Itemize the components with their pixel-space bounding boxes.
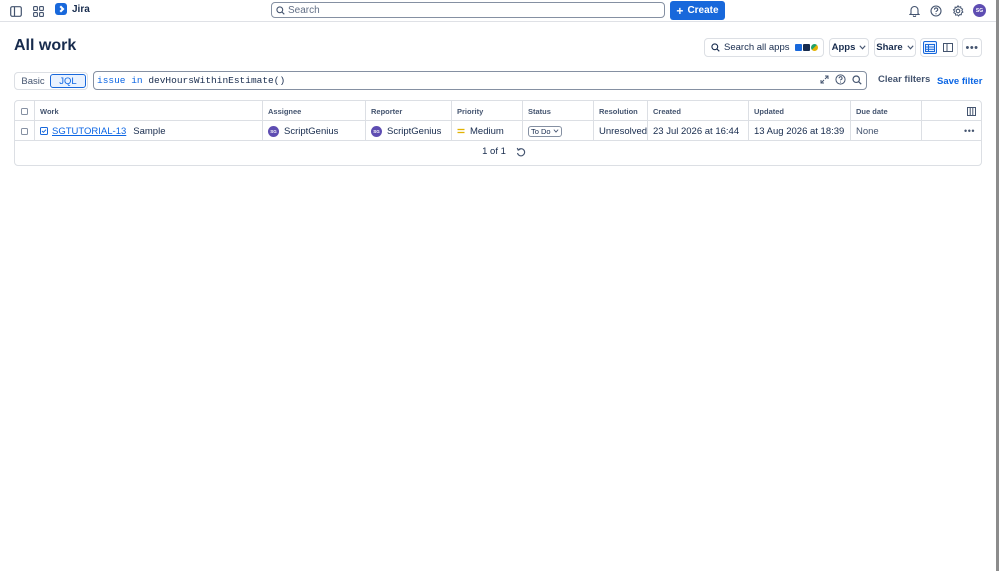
issue-summary[interactable]: Sample	[133, 126, 165, 137]
jira-logo-icon	[55, 3, 67, 15]
search-icon	[276, 5, 285, 15]
column-header-assignee[interactable]: Assignee	[263, 101, 366, 121]
column-picker-cell	[922, 101, 981, 121]
status-label: To Do	[531, 126, 551, 136]
search-all-apps-button[interactable]: Search all apps	[704, 38, 824, 57]
apps-label: Apps	[831, 42, 856, 53]
row-actions-cell: •••	[922, 121, 981, 141]
app-name: Jira	[72, 3, 90, 15]
reporter-name: ScriptGenius	[387, 125, 442, 137]
row-select-cell	[15, 121, 35, 141]
assignee-avatar: SG	[268, 125, 279, 137]
resolution-cell[interactable]: Unresolved	[594, 121, 648, 141]
jql-field: issue	[97, 75, 126, 86]
created-cell[interactable]: 23 Jul 2026 at 16:44	[648, 121, 749, 141]
search-all-apps-label: Search all apps	[724, 42, 790, 53]
search-icon	[711, 43, 720, 52]
column-settings-icon[interactable]	[967, 106, 976, 116]
jql-operator: in	[131, 75, 143, 86]
table-view-icon	[925, 43, 935, 52]
issue-key-link[interactable]: SGTUTORIAL-13	[52, 126, 126, 137]
user-avatar[interactable]: SG	[973, 4, 986, 17]
column-header-reporter[interactable]: Reporter	[366, 101, 452, 121]
table-header-row: Work Assignee Reporter Priority Status R…	[15, 101, 981, 121]
search-icon[interactable]	[852, 74, 862, 85]
jql-help-icon[interactable]	[835, 74, 846, 85]
select-all-cell	[15, 101, 35, 121]
chevron-down-icon	[859, 45, 866, 50]
save-filter-button[interactable]: Save filter	[937, 76, 982, 87]
help-icon[interactable]	[927, 2, 945, 20]
global-search-input[interactable]	[288, 4, 648, 16]
column-header-priority[interactable]: Priority	[452, 101, 523, 121]
basic-mode-button[interactable]: Basic	[16, 74, 50, 88]
select-all-checkbox[interactable]	[21, 107, 28, 115]
ellipsis-icon: •••	[965, 41, 979, 54]
view-switcher	[920, 38, 958, 57]
task-type-icon	[40, 127, 48, 135]
chevron-down-icon	[907, 45, 914, 50]
list-view-button[interactable]	[923, 41, 937, 54]
jql-mode-button[interactable]: JQL	[50, 74, 86, 88]
row-checkbox[interactable]	[21, 127, 28, 135]
create-button[interactable]: + Create	[670, 1, 725, 20]
table-row[interactable]: SGTUTORIAL-13 Sample SG ScriptGenius SG …	[15, 121, 981, 141]
status-cell: To Do	[523, 121, 594, 141]
expand-icon[interactable]	[820, 75, 829, 84]
clear-filters-button[interactable]: Clear filters	[878, 74, 930, 85]
assignee-cell[interactable]: SG ScriptGenius	[263, 121, 366, 141]
plus-icon: +	[676, 3, 684, 18]
app-logo-icon	[795, 44, 803, 51]
app-logo-icon	[803, 44, 811, 51]
pagination-label: 1 of 1	[482, 146, 506, 157]
chevron-down-icon	[553, 129, 559, 133]
search-mode-toggle: Basic JQL	[14, 72, 88, 90]
top-navigation: Jira + Create SG	[0, 0, 996, 22]
row-more-actions-icon[interactable]: •••	[964, 126, 975, 136]
apps-dropdown-button[interactable]: Apps	[829, 38, 869, 57]
priority-cell[interactable]: Medium	[452, 121, 523, 141]
pagination: 1 of 1	[15, 146, 981, 157]
share-label: Share	[876, 42, 903, 53]
notifications-icon[interactable]	[905, 2, 923, 20]
sidebar-toggle-icon[interactable]	[7, 2, 25, 20]
column-header-status[interactable]: Status	[523, 101, 594, 121]
split-view-icon	[943, 43, 953, 52]
column-header-due-date[interactable]: Due date	[851, 101, 922, 121]
jql-query-input[interactable]: issue in devHoursWithinEstimate()	[93, 71, 867, 90]
create-label: Create	[687, 5, 719, 16]
app-switcher-icon[interactable]	[29, 2, 47, 20]
refresh-icon[interactable]	[516, 147, 526, 157]
column-header-created[interactable]: Created	[648, 101, 749, 121]
app-logos	[795, 44, 819, 51]
more-actions-button[interactable]: •••	[962, 38, 982, 57]
jql-function: devHoursWithinEstimate()	[148, 75, 286, 86]
global-search[interactable]	[271, 2, 665, 18]
priority-medium-icon	[457, 128, 465, 134]
page-title: All work	[14, 37, 77, 54]
settings-gear-icon[interactable]	[949, 2, 967, 20]
jira-logo[interactable]: Jira	[55, 3, 90, 15]
updated-cell[interactable]: 13 Aug 2026 at 18:39	[749, 121, 851, 141]
reporter-avatar: SG	[371, 125, 382, 137]
share-dropdown-button[interactable]: Share	[874, 38, 916, 57]
due-date-cell[interactable]: None	[851, 121, 922, 141]
work-cell: SGTUTORIAL-13 Sample	[35, 121, 263, 141]
detail-view-button[interactable]	[941, 41, 955, 54]
status-dropdown[interactable]: To Do	[528, 125, 562, 137]
work-items-table: Work Assignee Reporter Priority Status R…	[14, 100, 982, 166]
app-logo-icon	[811, 44, 819, 51]
column-header-updated[interactable]: Updated	[749, 101, 851, 121]
assignee-name: ScriptGenius	[284, 125, 339, 137]
priority-label: Medium	[470, 125, 504, 137]
column-header-resolution[interactable]: Resolution	[594, 101, 648, 121]
reporter-cell[interactable]: SG ScriptGenius	[366, 121, 452, 141]
column-header-work[interactable]: Work	[35, 101, 263, 121]
